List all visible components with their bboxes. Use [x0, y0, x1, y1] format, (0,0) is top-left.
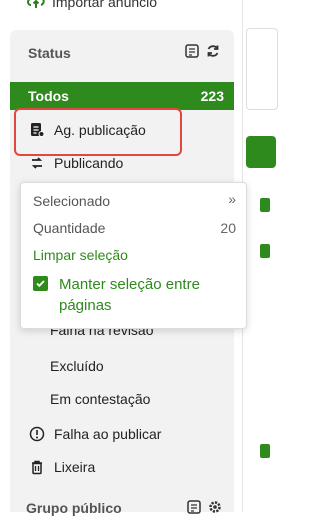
check-icon — [36, 280, 45, 288]
publishing-icon — [28, 154, 46, 172]
status-item-publish-failed[interactable]: Falha ao publicar — [10, 420, 234, 448]
status-item-label: Falha ao publicar — [54, 426, 162, 442]
status-panel-title: Status — [28, 45, 71, 61]
selection-popover: Selecionado » Quantidade 20 Limpar seleç… — [20, 182, 247, 329]
alert-circle-icon — [28, 425, 46, 443]
refresh-icon[interactable] — [205, 43, 220, 58]
filter-list-icon[interactable] — [184, 43, 199, 58]
clear-selection-link[interactable]: Limpar seleção — [33, 247, 128, 263]
status-item-trash[interactable]: Lixeira — [10, 453, 234, 481]
status-subitem-deleted[interactable]: Excluído — [50, 358, 104, 374]
row-checkbox[interactable] — [260, 244, 270, 258]
status-item-label: Ag. publicação — [54, 122, 146, 138]
double-chevron-right-icon[interactable]: » — [228, 191, 236, 207]
right-action-button[interactable] — [246, 136, 276, 168]
document-list-icon — [28, 121, 46, 139]
row-checkbox[interactable] — [260, 444, 270, 458]
import-listing-label: Importar anúncio — [52, 0, 158, 10]
status-item-label: Lixeira — [54, 459, 96, 475]
status-item-label: Publicando — [54, 155, 124, 171]
import-listing-link[interactable]: Importar anúncio — [26, 0, 157, 12]
quantity-value: 20 — [220, 220, 236, 236]
quantity-label: Quantidade — [33, 220, 106, 236]
status-item-count: 223 — [200, 88, 224, 104]
row-checkbox[interactable] — [260, 198, 270, 212]
trash-icon — [28, 458, 46, 476]
public-group-title: Grupo público — [26, 500, 122, 516]
status-item-publishing[interactable]: Publicando — [10, 149, 234, 177]
keep-selection-checkbox[interactable] — [33, 276, 48, 291]
selected-label: Selecionado — [33, 193, 111, 209]
status-item-label: Todos — [28, 88, 69, 104]
keep-selection-label[interactable]: Manter seleção entre páginas — [59, 274, 234, 316]
cloud-upload-icon — [26, 0, 46, 12]
status-item-all[interactable]: Todos 223 — [10, 82, 234, 110]
status-subitem-in-dispute[interactable]: Em contestação — [50, 391, 150, 407]
right-content-card — [246, 28, 278, 110]
status-item-awaiting-publication[interactable]: Ag. publicação — [10, 116, 234, 144]
